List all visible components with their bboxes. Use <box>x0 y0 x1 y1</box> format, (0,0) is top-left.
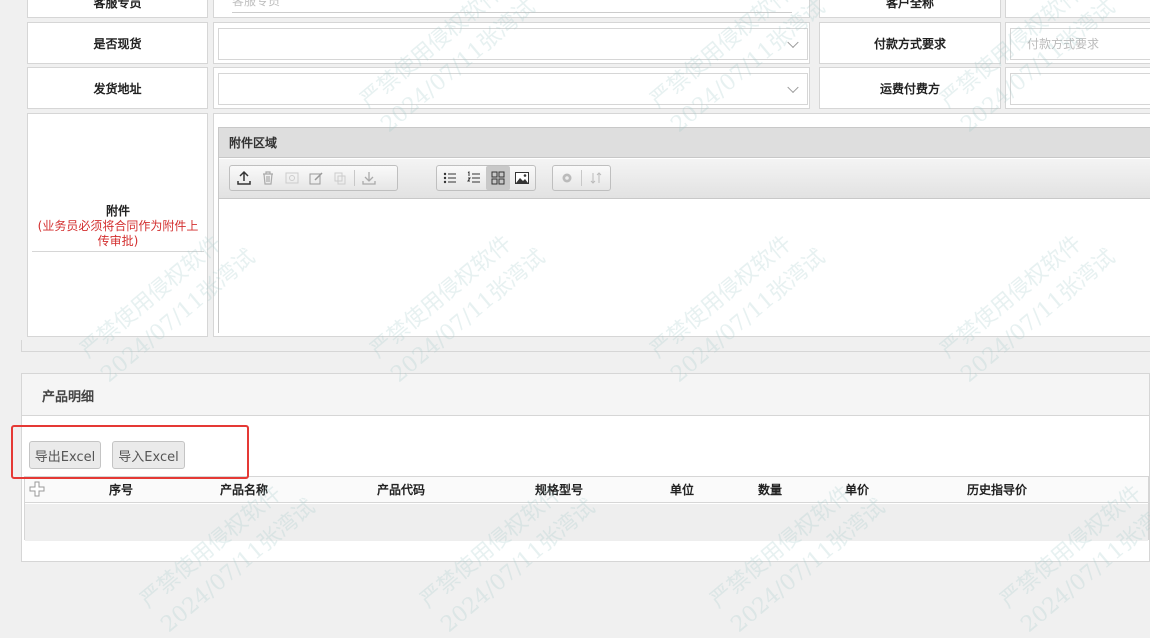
chevron-down-icon <box>787 36 799 49</box>
col-product-code: 产品代码 <box>377 483 426 497</box>
label-service-rep: 客服专员 <box>27 0 208 18</box>
product-section-header: 产品明细 <box>22 374 1149 416</box>
download-icon[interactable] <box>357 166 381 190</box>
attachment-drop-area[interactable] <box>219 200 1150 334</box>
label-text: 客户全称 <box>885 0 934 10</box>
settings-group <box>552 165 611 191</box>
ship-address-cell <box>213 67 810 109</box>
toolbar-separator <box>581 170 582 186</box>
label-ship-address: 发货地址 <box>27 67 208 109</box>
col-seq: 序号 <box>109 483 134 497</box>
gear-icon[interactable] <box>555 166 579 190</box>
attachment-panel: 附件区域 <box>218 127 1150 334</box>
label-payment-method: 付款方式要求 <box>819 22 1001 64</box>
in-stock-cell <box>213 22 810 64</box>
file-actions-group <box>229 165 398 191</box>
freight-payer-input[interactable] <box>1010 73 1150 105</box>
attachment-label: 附件 <box>105 204 130 218</box>
upload-icon[interactable] <box>232 166 256 190</box>
label-attachment: 附件 (业务员必须将合同作为附件上传审批) <box>27 113 208 337</box>
copy-icon[interactable] <box>328 166 352 190</box>
toolbar-separator <box>354 170 355 186</box>
in-stock-select[interactable] <box>218 28 808 60</box>
payment-method-input[interactable]: 付款方式要求 <box>1010 28 1150 60</box>
service-rep-input[interactable]: 客服专员 <box>232 0 792 13</box>
label-text: 付款方式要求 <box>873 36 946 51</box>
col-unit: 单位 <box>670 483 695 497</box>
label-text: 运费付费方 <box>879 81 940 96</box>
attachment-cell: 附件区域 <box>213 113 1150 337</box>
freight-payer-cell <box>1005 67 1150 109</box>
add-row-icon[interactable] <box>29 481 45 497</box>
col-product-name: 产品名称 <box>220 483 269 497</box>
preview-icon[interactable] <box>280 166 304 190</box>
label-text: 发货地址 <box>93 81 142 96</box>
label-text: 是否现货 <box>93 36 142 51</box>
product-table-header: 序号 产品名称 产品代码 规格型号 单位 数量 单价 历史指导价 <box>25 477 1148 503</box>
product-table: 序号 产品名称 产品代码 规格型号 单位 数量 单价 历史指导价 <box>24 476 1149 541</box>
numbered-list-icon[interactable] <box>462 166 486 190</box>
label-customer-name: 客户全称 <box>819 0 1001 18</box>
attachment-label-block: 附件 (业务员必须将合同作为附件上传审批) <box>32 202 204 252</box>
col-history-price: 历史指导价 <box>967 483 1028 497</box>
col-unit-price: 单价 <box>845 483 870 497</box>
col-spec: 规格型号 <box>535 483 584 497</box>
sort-icon[interactable] <box>584 166 608 190</box>
bullet-list-icon[interactable] <box>438 166 462 190</box>
payment-method-cell: 付款方式要求 <box>1005 22 1150 64</box>
customer-name-field[interactable] <box>1005 0 1150 18</box>
label-in-stock: 是否现货 <box>27 22 208 64</box>
label-text: 客服专员 <box>93 0 142 10</box>
edit-icon[interactable] <box>304 166 328 190</box>
attachment-note: (业务员必须将合同作为附件上传审批) <box>37 219 199 248</box>
image-view-icon[interactable] <box>510 166 534 190</box>
col-quantity: 数量 <box>758 483 783 497</box>
trash-icon[interactable] <box>256 166 280 190</box>
attachment-panel-title: 附件区域 <box>229 136 278 150</box>
chevron-down-icon <box>787 81 799 94</box>
highlight-box <box>11 425 249 479</box>
form-section-border <box>21 340 1150 352</box>
table-empty-row <box>25 504 1148 541</box>
ship-address-select[interactable] <box>218 73 808 105</box>
product-section-title: 产品明细 <box>42 390 95 405</box>
grid-view-icon[interactable] <box>486 166 510 190</box>
attachment-toolbar <box>219 159 1150 199</box>
label-freight-payer: 运费付费方 <box>819 67 1001 109</box>
service-rep-field[interactable]: 客服专员 <box>213 0 810 18</box>
attachment-panel-header: 附件区域 <box>219 128 1150 158</box>
view-mode-group <box>436 165 536 191</box>
